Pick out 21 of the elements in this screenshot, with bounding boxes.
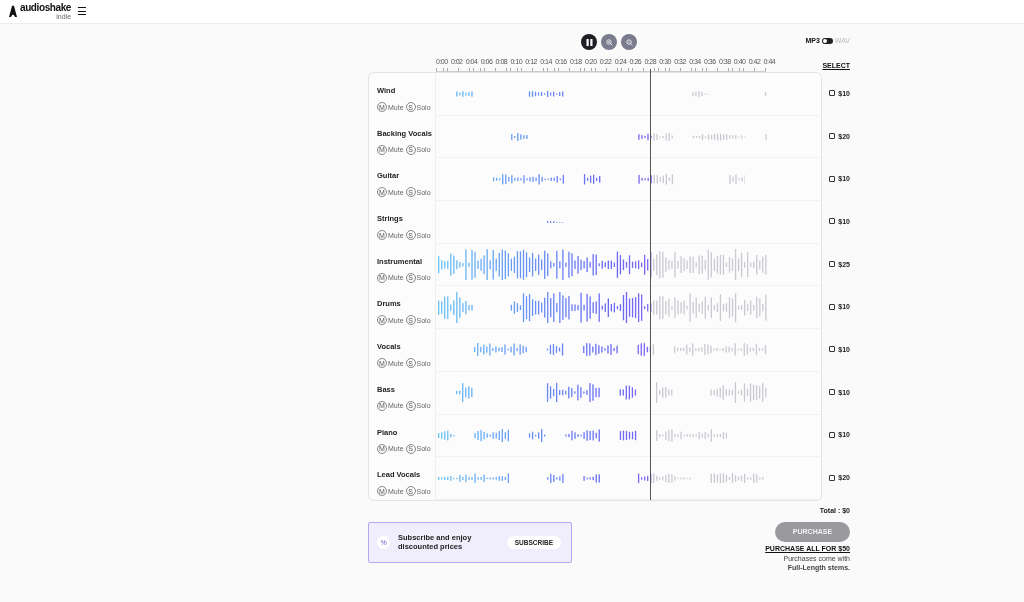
- track-checkbox[interactable]: [829, 218, 836, 225]
- zoom-in-icon: [605, 38, 613, 46]
- zoom-out-icon: [625, 38, 633, 46]
- track-checkbox[interactable]: [829, 474, 836, 481]
- track-checkbox[interactable]: [829, 389, 836, 396]
- zoom-in-button[interactable]: [601, 34, 617, 50]
- format-toggle[interactable]: [821, 37, 833, 44]
- zoom-out-button[interactable]: [621, 34, 637, 50]
- track-checkbox[interactable]: [829, 175, 836, 182]
- track-checkbox[interactable]: [829, 431, 836, 438]
- track-checkbox[interactable]: [829, 261, 836, 268]
- track-checkbox[interactable]: [829, 346, 836, 353]
- track-checkbox[interactable]: [829, 303, 836, 310]
- track-checkbox[interactable]: [829, 133, 836, 140]
- logo-text: audioshake: [20, 3, 72, 13]
- pause-icon: [585, 38, 593, 46]
- menu-button[interactable]: ☰: [77, 5, 88, 18]
- waveform: [547, 220, 564, 224]
- logo-icon: [8, 5, 18, 18]
- track-checkbox[interactable]: [829, 90, 836, 97]
- pause-button[interactable]: [581, 34, 597, 50]
